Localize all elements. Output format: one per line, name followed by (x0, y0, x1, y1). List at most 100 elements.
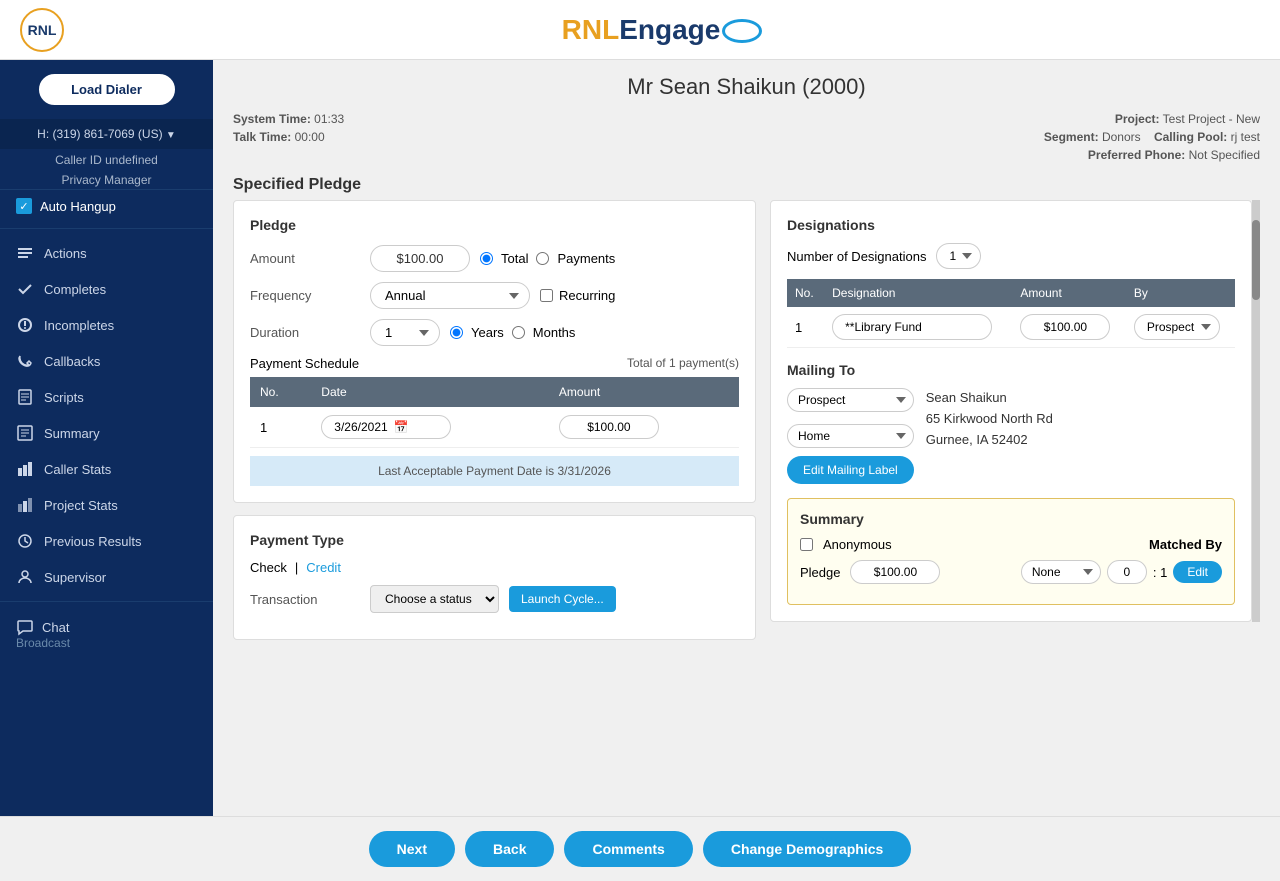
years-label: Years (471, 325, 504, 340)
sidebar-item-actions[interactable]: Actions (0, 235, 213, 271)
content-area: Mr Sean Shaikun (2000) System Time: 01:3… (213, 60, 1280, 816)
mailing-selects: Prospect Home (787, 388, 914, 448)
date-value: 3/26/2021 (334, 420, 387, 434)
months-radio[interactable] (512, 326, 525, 339)
sidebar-item-label: Actions (44, 246, 87, 261)
ratio-input[interactable] (1107, 560, 1147, 584)
anonymous-checkbox[interactable] (800, 538, 813, 551)
sidebar-item-completes[interactable]: Completes (0, 271, 213, 307)
chat-section[interactable]: Chat Broadcast (0, 608, 213, 660)
right-card: Designations Number of Designations 1 (770, 200, 1252, 622)
desig-table: No. Designation Amount By 1 (787, 279, 1235, 348)
duration-label: Duration (250, 325, 360, 340)
months-label: Months (533, 325, 576, 340)
num-desig-label: Number of Designations (787, 249, 926, 264)
matched-by-controls: None : 1 Edit (1021, 560, 1222, 584)
duration-select[interactable]: 1 (370, 319, 440, 346)
incompletes-icon (16, 316, 34, 334)
transaction-row: Transaction Choose a status Launch Cycle… (250, 585, 739, 613)
pledge-summary-input[interactable] (850, 560, 940, 584)
payment-type-row: Check | Credit (250, 560, 739, 575)
schedule-amount-input[interactable] (559, 415, 659, 439)
launch-cycle-button[interactable]: Launch Cycle... (509, 586, 616, 612)
desig-row-designation (824, 307, 1012, 348)
matched-by-select[interactable]: None (1021, 560, 1101, 584)
brand-engage: Engage (619, 14, 720, 45)
segment-label: Segment: (1044, 130, 1099, 144)
sidebar-item-incompletes[interactable]: Incompletes (0, 307, 213, 343)
transaction-select[interactable]: Choose a status (370, 585, 499, 613)
num-desig-select[interactable]: 1 (936, 243, 981, 269)
mailing-name: Sean Shaikun (926, 388, 1053, 409)
comments-button[interactable]: Comments (564, 831, 692, 867)
frequency-select[interactable]: Annual (370, 282, 530, 309)
sidebar-item-supervisor[interactable]: Supervisor (0, 559, 213, 595)
change-demographics-button[interactable]: Change Demographics (703, 831, 911, 867)
desig-row-no: 1 (787, 307, 824, 348)
col-no: No. (250, 377, 311, 407)
sidebar-item-label: Project Stats (44, 498, 118, 513)
sidebar-item-project-stats[interactable]: Project Stats (0, 487, 213, 523)
auto-hangup-checkbox[interactable]: ✓ (16, 198, 32, 214)
duration-row: Duration 1 Years Months (250, 319, 739, 346)
talk-time-value: 00:00 (295, 130, 325, 144)
section-title: Specified Pledge (213, 170, 1280, 200)
mailing-address1: 65 Kirkwood North Rd (926, 409, 1053, 430)
desig-by-select[interactable]: Prospect (1134, 314, 1220, 340)
schedule-header-row: Payment Schedule Total of 1 payment(s) (250, 356, 739, 371)
sidebar-item-label: Summary (44, 426, 100, 441)
scroll-thumb (1252, 220, 1260, 300)
sidebar-item-label: Previous Results (44, 534, 142, 549)
payment-schedule-label: Payment Schedule (250, 356, 359, 371)
caller-stats-icon (16, 460, 34, 478)
mailing-prospect-select[interactable]: Prospect (787, 388, 914, 412)
sidebar-item-label: Completes (44, 282, 106, 297)
main-layout: Load Dialer H: (319) 861-7069 (US) ▼ Cal… (0, 60, 1280, 816)
designation-input[interactable] (832, 314, 992, 340)
amount-row: Amount Total Payments (250, 245, 739, 272)
mailing-content: Prospect Home Edit Mailing Label (787, 388, 1235, 484)
edit-mailing-label-button[interactable]: Edit Mailing Label (787, 456, 914, 484)
auto-hangup-row[interactable]: ✓ Auto Hangup (0, 189, 213, 222)
talk-time: Talk Time: 00:00 (233, 130, 747, 144)
sidebar-item-caller-stats[interactable]: Caller Stats (0, 451, 213, 487)
brand-title: RNLEngage (64, 14, 1260, 46)
info-bar: System Time: 01:33 Talk Time: 00:00 Proj… (213, 108, 1280, 170)
desig-col-no: No. (787, 279, 824, 307)
system-time: System Time: 01:33 (233, 112, 747, 126)
right-card-wrapper: Designations Number of Designations 1 (770, 200, 1260, 622)
desig-amount-input[interactable] (1020, 314, 1110, 340)
next-button[interactable]: Next (369, 831, 455, 867)
scrollbar[interactable] (1252, 200, 1260, 622)
total-radio[interactable] (480, 252, 493, 265)
page-title: Mr Sean Shaikun (2000) (233, 74, 1260, 100)
segment-pool-info: Segment: Donors Calling Pool: rj test (747, 130, 1261, 144)
total-label: Total (501, 251, 528, 266)
sidebar-item-label: Incompletes (44, 318, 114, 333)
years-radio[interactable] (450, 326, 463, 339)
desig-col-designation: Designation (824, 279, 1012, 307)
amount-input[interactable] (370, 245, 470, 272)
project-label: Project: (1115, 112, 1160, 126)
mailing-home-select[interactable]: Home (787, 424, 914, 448)
sidebar-item-summary[interactable]: Summary (0, 415, 213, 451)
sidebar-item-scripts[interactable]: Scripts (0, 379, 213, 415)
scripts-icon (16, 388, 34, 406)
broadcast-label: Broadcast (16, 636, 197, 650)
recurring-checkbox[interactable] (540, 289, 553, 302)
back-button[interactable]: Back (465, 831, 554, 867)
payments-radio[interactable] (536, 252, 549, 265)
sidebar-item-previous-results[interactable]: Previous Results (0, 523, 213, 559)
recurring-label: Recurring (540, 288, 615, 303)
col-amount: Amount (549, 377, 739, 407)
logo-text: RNL (28, 22, 57, 38)
load-dialer-button[interactable]: Load Dialer (37, 72, 177, 107)
payment-type-header: Payment Type (250, 532, 739, 548)
date-input[interactable]: 3/26/2021 📅 (321, 415, 451, 439)
designations-section: Designations Number of Designations 1 (787, 217, 1235, 348)
credit-link[interactable]: Credit (306, 560, 341, 575)
sidebar-item-callbacks[interactable]: Callbacks (0, 343, 213, 379)
project-value: Test Project - New (1163, 112, 1260, 126)
edit-button[interactable]: Edit (1173, 561, 1222, 583)
row-date: 3/26/2021 📅 (311, 407, 549, 448)
